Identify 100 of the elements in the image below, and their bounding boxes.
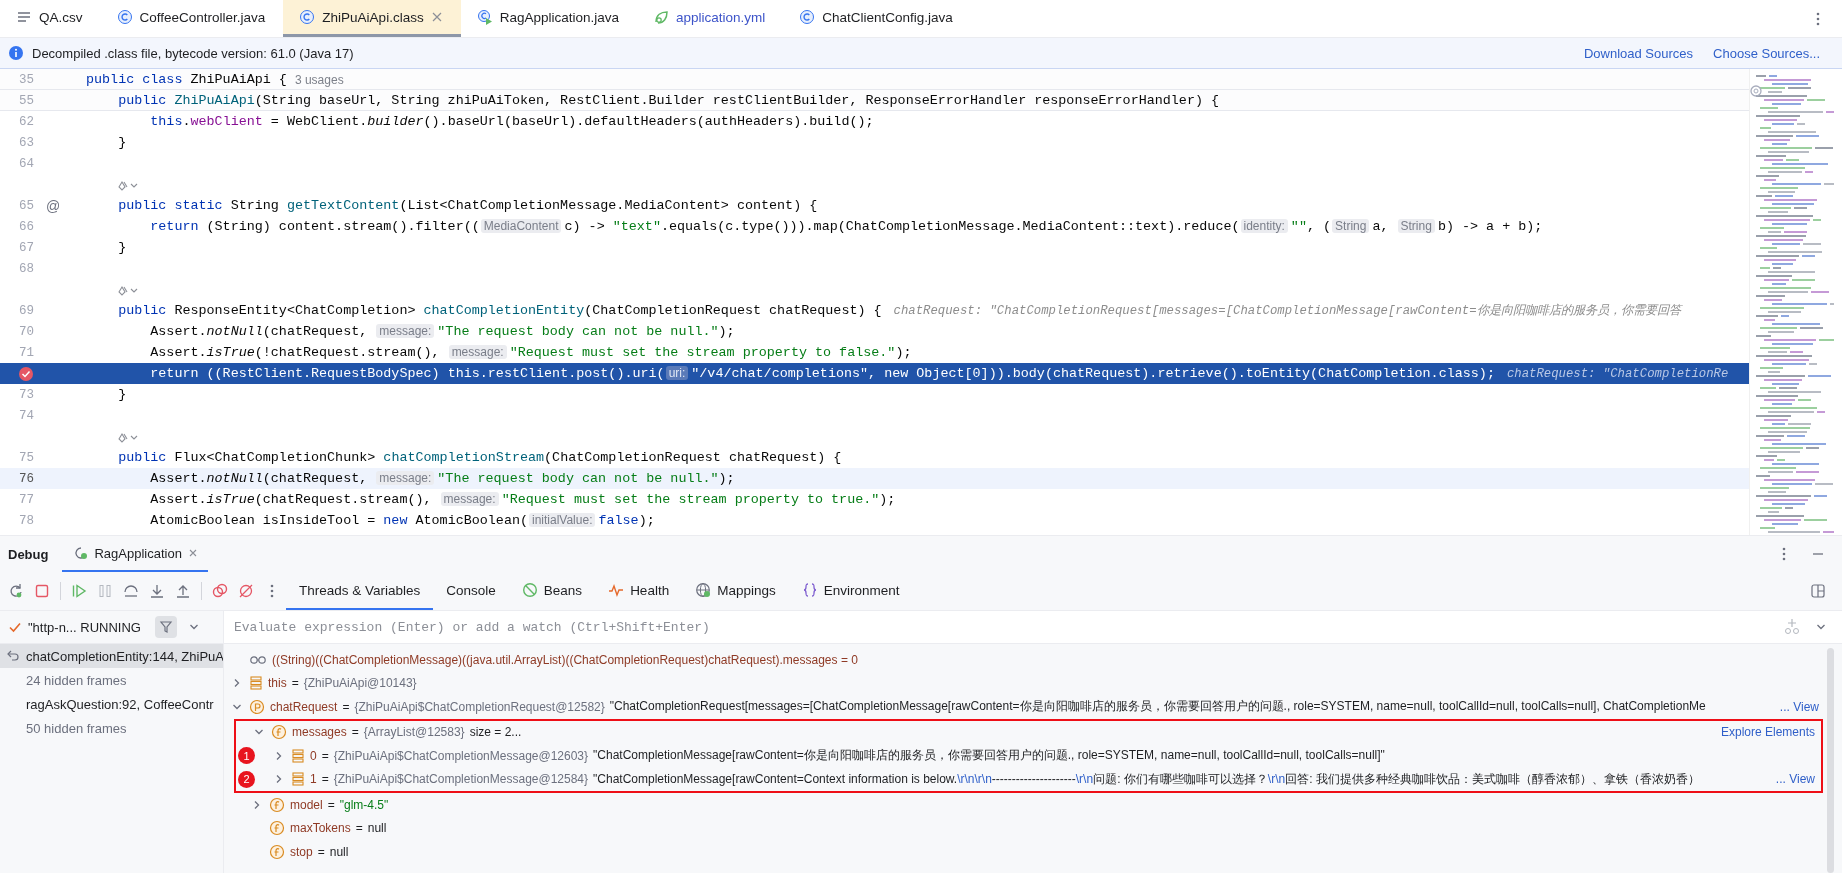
code-line: return (String) content.stream().filter(( MediaContent c) -> "text".equals(c.type())).map(ChatCompletionMessage.MediaContent::text).reduce( identity: "", ( String a, String b) -> a + b); <box>149 219 1543 234</box>
pause-icon[interactable] <box>97 583 113 599</box>
step-into-icon[interactable] <box>149 583 165 599</box>
notice-text: Decompiled .class file, bytecode version: 61.0 (Java 17) <box>32 45 354 61</box>
line-number: 73 <box>19 387 34 402</box>
chevron-icon[interactable] <box>232 678 242 689</box>
chevron-icon[interactable] <box>1816 622 1826 632</box>
line-number: 67 <box>19 240 34 255</box>
assign-sign: = <box>321 772 329 787</box>
globe-icon <box>695 582 712 598</box>
variable-value: null <box>367 821 387 836</box>
size-note: size = 2... <box>469 725 522 740</box>
scrollbar[interactable] <box>1827 648 1834 873</box>
editor-tab[interactable]: application.yml <box>636 0 784 37</box>
editor-tab[interactable]: RagApplication.java <box>460 0 637 37</box>
variable-name: 1 <box>310 772 317 787</box>
run-config-icon <box>72 545 89 561</box>
code-line: Assert.notNull(chatRequest, message: "The request body can not be null."); <box>149 324 735 339</box>
stack-frame[interactable]: 50 hidden frames <box>0 716 223 740</box>
line-number: 62 <box>19 114 34 129</box>
code-line: public ResponseEntity<ChatCompletion> chatCompletionEntity(ChatCompletionRequest chatRequest) { <box>117 303 882 318</box>
line-number: 35 <box>19 72 34 87</box>
panel-title: Debug <box>8 546 49 562</box>
assign-sign: = <box>351 725 359 740</box>
rerun-icon[interactable] <box>8 583 24 599</box>
variable-type: {ZhiPuAiApi$ChatCompletionMessage@12584} <box>333 772 589 787</box>
line-number: 74 <box>19 408 34 423</box>
watch-expression: ((String)((ChatCompletionMessage)((java.util.ArrayList)((ChatCompletionRequest)chatRequest).messages = 0 <box>272 652 858 667</box>
editor-tab[interactable]: ZhiPuAiApi.class <box>283 0 461 37</box>
stop-icon[interactable] <box>34 583 50 599</box>
close-icon[interactable] <box>430 11 443 23</box>
variable-value: "ChatCompletionMessage[rawContent=你是向阳咖啡店的服务员，你需要回答用户的问题., role=SYSTEM, name=null, toolCallId=null, toolCalls=null]" <box>593 747 1385 765</box>
app-config-icon <box>476 9 493 25</box>
chevron-icon[interactable] <box>252 799 262 810</box>
view-tab[interactable]: Console <box>433 572 509 610</box>
stack-frame[interactable]: ragAskQuestion:92, CoffeeContr <box>0 692 223 716</box>
code-line: } <box>117 387 127 402</box>
view-link[interactable]: Explore Elements <box>1720 725 1815 740</box>
code-line: public static String getTextContent(List<ChatCompletionMessage.MediaContent> content) { <box>117 198 818 213</box>
check-icon <box>8 620 22 634</box>
line-number: 75 <box>19 450 34 465</box>
view-tab[interactable]: Environment <box>788 572 913 610</box>
editor-tab[interactable]: CoffeeController.java <box>100 0 284 37</box>
view-tab[interactable]: Beans <box>508 572 596 610</box>
breakpoints-icon[interactable] <box>212 583 228 599</box>
filter-button[interactable] <box>155 616 177 638</box>
assign-sign: = <box>327 797 335 812</box>
evaluate-field[interactable]: Evaluate expression (Enter) or add a watch (Ctrl+Shift+Enter) <box>224 611 1842 644</box>
step-over-icon[interactable] <box>123 583 139 599</box>
code-line: return ((RestClient.RequestBodySpec) this.restClient.post().uri( uri: "/v4/chat/completions", new Object[0])).body(chatRequest).retrieve().toEntity(ChatCompletion.class); <box>149 366 1495 381</box>
info-icon <box>8 45 24 61</box>
notice-link[interactable]: Download Sources <box>1583 45 1694 61</box>
assign-sign: = <box>355 821 363 836</box>
code-line: public ZhiPuAiApi(String baseUrl, String zhiPuAiToken, RestClient.Builder restClientBuilder, ResponseErrorHandler responseErrorHandler) { <box>117 93 1220 108</box>
notice-link[interactable]: Choose Sources... <box>1713 45 1820 61</box>
evaluate-input[interactable]: Evaluate expression (Enter) or add a watch (Ctrl+Shift+Enter) <box>230 613 1768 641</box>
line-number: 76 <box>19 471 34 486</box>
session-tab[interactable]: RagApplication <box>62 536 208 572</box>
variable-type: {ZhiPuAiApi$ChatCompletionRequest@12582} <box>354 699 605 714</box>
breakpoint-icon[interactable] <box>18 365 34 382</box>
assign-sign: = <box>342 699 350 714</box>
inline-debug-value: chatRequest: "ChatCompletionRequest[messages=[ChatCompletionMessage[rawContent=你是向阳咖啡店的服务员，你需要回答 <box>893 302 1681 319</box>
code-line: Assert.notNull(chatRequest, message: "The request body can not be null."); <box>149 471 735 486</box>
usages-hint[interactable]: 3 usages <box>294 72 344 87</box>
step-out-icon[interactable] <box>175 583 191 599</box>
minimap[interactable] <box>1754 75 1834 535</box>
chevron-icon[interactable] <box>274 750 284 761</box>
class-icon <box>299 9 316 25</box>
code-line: this.webClient = WebClient.builder().baseUrl(baseUrl).defaultHeaders(authHeaders).build(); <box>149 114 874 129</box>
annotation-marker[interactable]: @ <box>46 197 61 214</box>
code-line: public class ZhiPuAiApi { <box>86 72 288 87</box>
chevron-icon[interactable] <box>274 774 284 785</box>
view-tab[interactable]: Mappings <box>682 572 789 610</box>
view-link[interactable]: ... View <box>1779 699 1819 714</box>
view-link[interactable]: ... View <box>1775 772 1815 787</box>
code-line: AtomicBoolean isInsideTool = new AtomicBoolean( initialValue: false); <box>149 513 655 528</box>
assign-sign: = <box>291 676 299 691</box>
assign-sign: = <box>321 748 329 763</box>
variable-name: chatRequest <box>270 699 338 714</box>
editor-tab[interactable]: QA.csv <box>0 0 101 37</box>
variable-name: model <box>290 797 323 812</box>
glasses-icon <box>249 653 267 666</box>
step-badge: 1 <box>238 747 255 764</box>
line-number: 71 <box>19 345 34 360</box>
view-tab[interactable]: Health <box>595 572 683 610</box>
stack-frame[interactable]: 24 hidden frames <box>0 668 223 692</box>
add-watch-icon[interactable] <box>1782 618 1802 636</box>
line-number: 64 <box>19 156 34 171</box>
field-icon <box>269 796 285 813</box>
resume-icon[interactable] <box>71 583 87 599</box>
editor-tab[interactable]: ChatClientConfig.java <box>783 0 971 37</box>
pulse-icon <box>608 582 625 598</box>
leaf-icon <box>652 9 669 25</box>
layout-icon[interactable] <box>1810 583 1826 599</box>
object-icon <box>291 747 305 764</box>
chevron-icon[interactable] <box>189 622 199 632</box>
settings-icon[interactable] <box>1750 83 1764 99</box>
mute-breakpoints-icon[interactable] <box>238 583 254 599</box>
close-icon[interactable] <box>187 548 198 558</box>
thread-selector[interactable]: "http-n... RUNNING <box>28 619 141 635</box>
